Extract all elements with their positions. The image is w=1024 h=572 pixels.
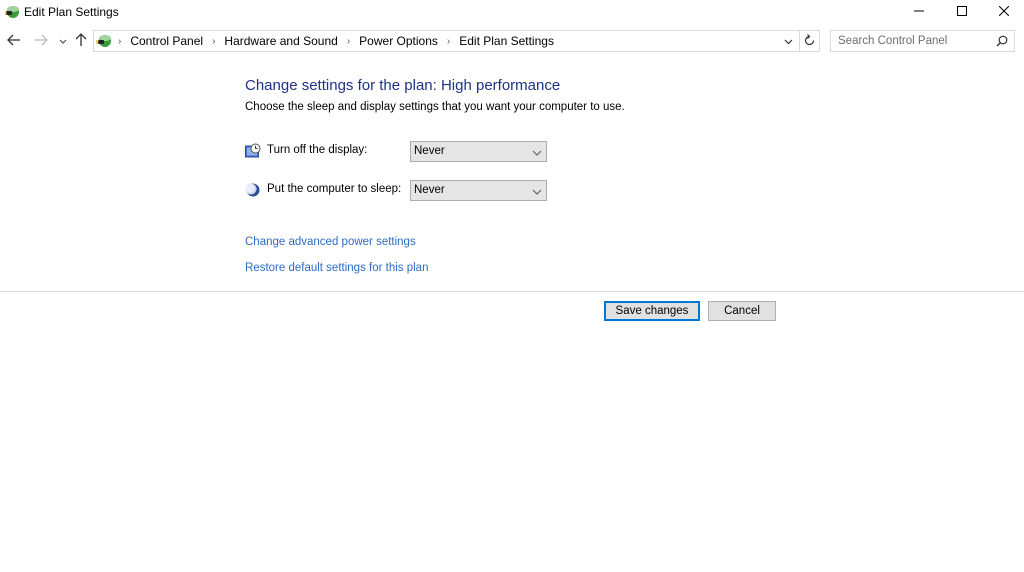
- close-button[interactable]: [983, 0, 1024, 24]
- save-changes-button[interactable]: Save changes: [604, 301, 700, 321]
- breadcrumb-separator[interactable]: ›: [347, 36, 350, 47]
- chevron-down-icon: [532, 186, 542, 196]
- sleep-timeout-select[interactable]: Never: [410, 180, 547, 201]
- breadcrumb-hardware-and-sound[interactable]: Hardware and Sound: [224, 34, 337, 48]
- breadcrumb-power-options[interactable]: Power Options: [359, 34, 438, 48]
- refresh-icon: [804, 33, 815, 49]
- address-history-dropdown[interactable]: [781, 33, 795, 49]
- address-bar[interactable]: › Control Panel › Hardware and Sound › P…: [93, 30, 800, 52]
- display-icon: [245, 143, 261, 159]
- search-icon[interactable]: [996, 35, 1008, 47]
- navigation-bar: › Control Panel › Hardware and Sound › P…: [0, 28, 1024, 54]
- sleep-timeout-value: Never: [414, 184, 445, 196]
- minimize-icon: [914, 5, 924, 19]
- minimize-button[interactable]: [898, 0, 940, 24]
- display-timeout-select[interactable]: Never: [410, 141, 547, 162]
- up-arrow-icon: [75, 32, 87, 50]
- back-button[interactable]: [5, 31, 23, 51]
- maximize-icon: [957, 5, 967, 19]
- search-placeholder: Search Control Panel: [838, 35, 948, 47]
- chevron-down-icon: [59, 34, 67, 48]
- display-timeout-label: Turn off the display:: [267, 144, 368, 156]
- breadcrumb-separator[interactable]: ›: [118, 36, 121, 47]
- page-title: Change settings for the plan: High perfo…: [245, 77, 561, 94]
- divider: [0, 291, 1024, 292]
- breadcrumb-control-panel[interactable]: Control Panel: [130, 34, 203, 48]
- refresh-button[interactable]: [800, 30, 820, 52]
- up-button[interactable]: [72, 31, 90, 51]
- breadcrumb: › Control Panel › Hardware and Sound › P…: [118, 34, 554, 48]
- control-panel-icon: [96, 33, 112, 49]
- breadcrumb-edit-plan-settings[interactable]: Edit Plan Settings: [459, 34, 554, 48]
- recent-locations-button[interactable]: [54, 31, 72, 51]
- restore-default-settings-link[interactable]: Restore default settings for this plan: [245, 262, 428, 274]
- chevron-down-icon: [784, 34, 793, 48]
- maximize-button[interactable]: [941, 0, 983, 24]
- sleep-timeout-label: Put the computer to sleep:: [267, 183, 402, 195]
- close-icon: [998, 5, 1010, 19]
- cancel-button[interactable]: Cancel: [708, 301, 776, 321]
- back-arrow-icon: [7, 34, 21, 49]
- control-panel-power-icon: [5, 4, 20, 19]
- title-bar: Edit Plan Settings: [0, 0, 1024, 24]
- breadcrumb-separator[interactable]: ›: [447, 36, 450, 47]
- display-timeout-value: Never: [414, 145, 445, 157]
- window-title: Edit Plan Settings: [24, 5, 119, 19]
- chevron-down-icon: [532, 147, 542, 157]
- page-subtitle: Choose the sleep and display settings th…: [245, 101, 625, 113]
- forward-arrow-icon: [34, 34, 48, 49]
- search-input[interactable]: Search Control Panel: [830, 30, 1015, 52]
- forward-button[interactable]: [32, 31, 50, 51]
- sleep-moon-icon: [245, 182, 261, 198]
- breadcrumb-separator[interactable]: ›: [212, 36, 215, 47]
- change-advanced-power-settings-link[interactable]: Change advanced power settings: [245, 236, 416, 248]
